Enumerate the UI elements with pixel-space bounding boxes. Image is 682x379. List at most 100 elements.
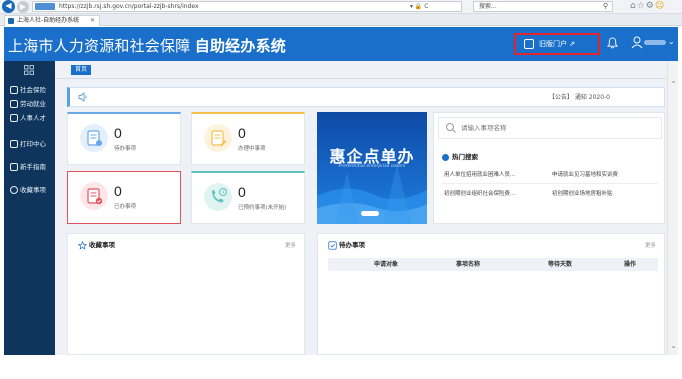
worker-icon: [10, 100, 18, 108]
hot-search-item[interactable]: 申请就业见习基地和实训费: [552, 171, 618, 179]
chevron-down-icon[interactable]: ⌄: [668, 37, 675, 46]
tab-title: 上海人社-自助经办系统: [17, 17, 80, 24]
sidebar-item-personnel[interactable]: 人事人才: [10, 113, 46, 123]
completed-count-card[interactable]: 0 已办事项: [67, 171, 181, 224]
scroll-up-arrow-icon[interactable]: ⌃: [668, 79, 679, 89]
service-search-input[interactable]: 请输入事项名称: [438, 117, 662, 139]
sidebar-item-label: 新手指南: [20, 163, 46, 171]
shield-icon: [10, 86, 18, 94]
banner-subtitle: Preferential enterprise orders: [338, 164, 406, 169]
user-menu[interactable]: ⌄: [631, 35, 677, 51]
promo-banner[interactable]: 惠企点单办 Preferential enterprise orders: [317, 112, 427, 224]
checkbox-icon: [328, 241, 337, 250]
column-header-item-name: 事项名称: [456, 261, 481, 268]
appointment-count: 0: [238, 184, 246, 200]
search-icon[interactable]: ⚲: [603, 2, 608, 11]
browser-search-label: 搜索...: [479, 3, 497, 10]
column-header-actions: 操作: [624, 261, 637, 268]
portal-doc-icon: [524, 39, 534, 49]
hot-search-item[interactable]: 初创期创业组织社会保险费...: [444, 190, 515, 198]
appointment-count-card[interactable]: 0 已预约事项(未开始): [191, 171, 305, 224]
phone-clock-icon: [204, 183, 232, 211]
star-outline-icon: [78, 241, 87, 250]
todo-panel: 待办事项 更多 申请对象 事项名称 等待天数 操作: [317, 233, 665, 355]
address-tools[interactable]: ▾ 🔒 C: [410, 1, 429, 12]
feedback-smiley-icon[interactable]: ☺: [655, 1, 665, 11]
favorites-title: 收藏事项: [89, 241, 115, 249]
printer-icon: [10, 140, 18, 148]
app-title: 上海市人力资源和社会保障 自助经办系统: [8, 35, 286, 56]
hot-search-divider: [442, 183, 658, 184]
user-avatar-icon: [631, 36, 643, 49]
sidebar-item-label: 劳动就业: [20, 100, 46, 108]
todo-count: 0: [114, 125, 122, 141]
forward-arrow-icon[interactable]: ▶: [17, 1, 29, 13]
browser-chrome-icons: ⌂☆⚙☺: [630, 0, 665, 13]
home-icon[interactable]: ⌂: [630, 1, 637, 11]
guide-icon: [10, 163, 18, 171]
sidebar-item-label: 人事人才: [20, 114, 46, 122]
browser-tab[interactable]: 上海人社-自助经办系统 ✕: [4, 15, 100, 26]
scroll-down-arrow-icon[interactable]: ⌄: [668, 341, 679, 351]
address-bar[interactable]: https://zzjb.rsj.sh.gov.cn/portal-zzjb-s…: [32, 1, 462, 12]
browser-tab-bar: 上海人社-自助经办系统 ✕: [0, 14, 682, 26]
todo-count-label: 待办事项: [114, 146, 137, 152]
sidebar-item-favorites[interactable]: 收藏事项: [10, 185, 46, 195]
search-placeholder: 请输入事项名称: [461, 124, 507, 132]
column-header-applicant: 申请对象: [374, 261, 399, 268]
in-progress-count: 0: [238, 125, 246, 141]
app-title-org: 上海市人力资源和社会保障: [8, 38, 195, 55]
sidebar-item-social-insurance[interactable]: 社会保险: [10, 85, 46, 95]
hot-search-item[interactable]: 用人单位招用就业困难人员...: [444, 171, 515, 179]
search-icon: [446, 123, 456, 133]
tab-divider: [55, 78, 667, 79]
todo-document-icon: [80, 124, 108, 152]
back-arrow-icon[interactable]: ◀: [2, 0, 15, 13]
app-header: 上海市人力资源和社会保障 自助经办系统 旧版门户 ⇗ ⌄: [4, 27, 678, 61]
edit-document-icon: [204, 124, 232, 152]
sidebar-item-print-center[interactable]: 打印中心: [10, 139, 46, 149]
sidebar: 社会保险 劳动就业 人事人才 打印中心 新手指南 收藏事项: [4, 61, 55, 355]
menu-grid-icon[interactable]: [24, 65, 34, 75]
in-progress-count-label: 办理中事项: [238, 146, 266, 152]
favorites-star-icon[interactable]: ☆: [637, 1, 646, 11]
browser-toolbar: ◀ ▶ https://zzjb.rsj.sh.gov.cn/portal-zz…: [0, 0, 682, 14]
todo-count-card[interactable]: 0 待办事项: [67, 112, 181, 165]
sidebar-item-guide[interactable]: 新手指南: [10, 162, 46, 172]
completed-document-icon: [80, 182, 108, 210]
in-progress-count-card[interactable]: 0 办理中事项: [191, 112, 305, 165]
bell-icon[interactable]: [607, 37, 618, 49]
sidebar-item-employment[interactable]: 劳动就业: [10, 99, 46, 109]
favorites-more-link[interactable]: 更多: [285, 242, 296, 250]
star-icon: [10, 186, 18, 194]
hot-dot-icon: [442, 154, 449, 161]
completed-count-label: 已办事项: [114, 204, 137, 210]
todo-more-link[interactable]: 更多: [645, 242, 656, 250]
site-identity-icon: [35, 3, 55, 10]
old-portal-button[interactable]: 旧版门户 ⇗: [514, 33, 600, 55]
service-search-panel: 请输入事项名称 热门搜索 用人单位招用就业困难人员... 申请就业见习基地和实训…: [433, 112, 665, 224]
app-title-system: 自助经办系统: [194, 38, 286, 55]
tab-close-icon[interactable]: ✕: [90, 16, 95, 25]
page-scrollbar[interactable]: ⌃ ⌄: [667, 61, 678, 355]
favorites-panel: 收藏事项 更多: [67, 233, 305, 355]
appointment-count-label: 已预约事项(未开始): [238, 205, 287, 211]
tab-favicon-icon: [8, 18, 14, 24]
banner-button[interactable]: [361, 211, 379, 216]
notice-text[interactable]: 【公告】 通知 2020-0: [549, 93, 610, 102]
people-icon: [10, 114, 18, 122]
hot-search-item[interactable]: 初创期创业场地房租补贴: [552, 190, 613, 198]
column-header-wait-days: 等待天数: [548, 261, 573, 268]
notice-bar[interactable]: 【公告】 通知 2020-0: [67, 87, 665, 107]
main-content: 首页 【公告】 通知 2020-0 0 待办事项 0 办理中事项 0 已办事项 …: [55, 61, 667, 355]
browser-search-box[interactable]: 搜索... ⚲: [473, 1, 613, 12]
sidebar-item-label: 打印中心: [20, 140, 46, 148]
settings-gear-icon[interactable]: ⚙: [646, 1, 655, 11]
speaker-icon: [78, 92, 87, 102]
todo-table-header: 申请对象 事项名称 等待天数 操作: [328, 258, 658, 271]
hot-search-heading: 热门搜索: [442, 153, 478, 162]
favorites-heading: 收藏事项: [78, 241, 115, 250]
todo-title: 待办事项: [339, 241, 365, 249]
url-text: https://zzjb.rsj.sh.gov.cn/portal-zzjb-s…: [59, 3, 199, 10]
tab-home[interactable]: 首页: [71, 65, 91, 75]
